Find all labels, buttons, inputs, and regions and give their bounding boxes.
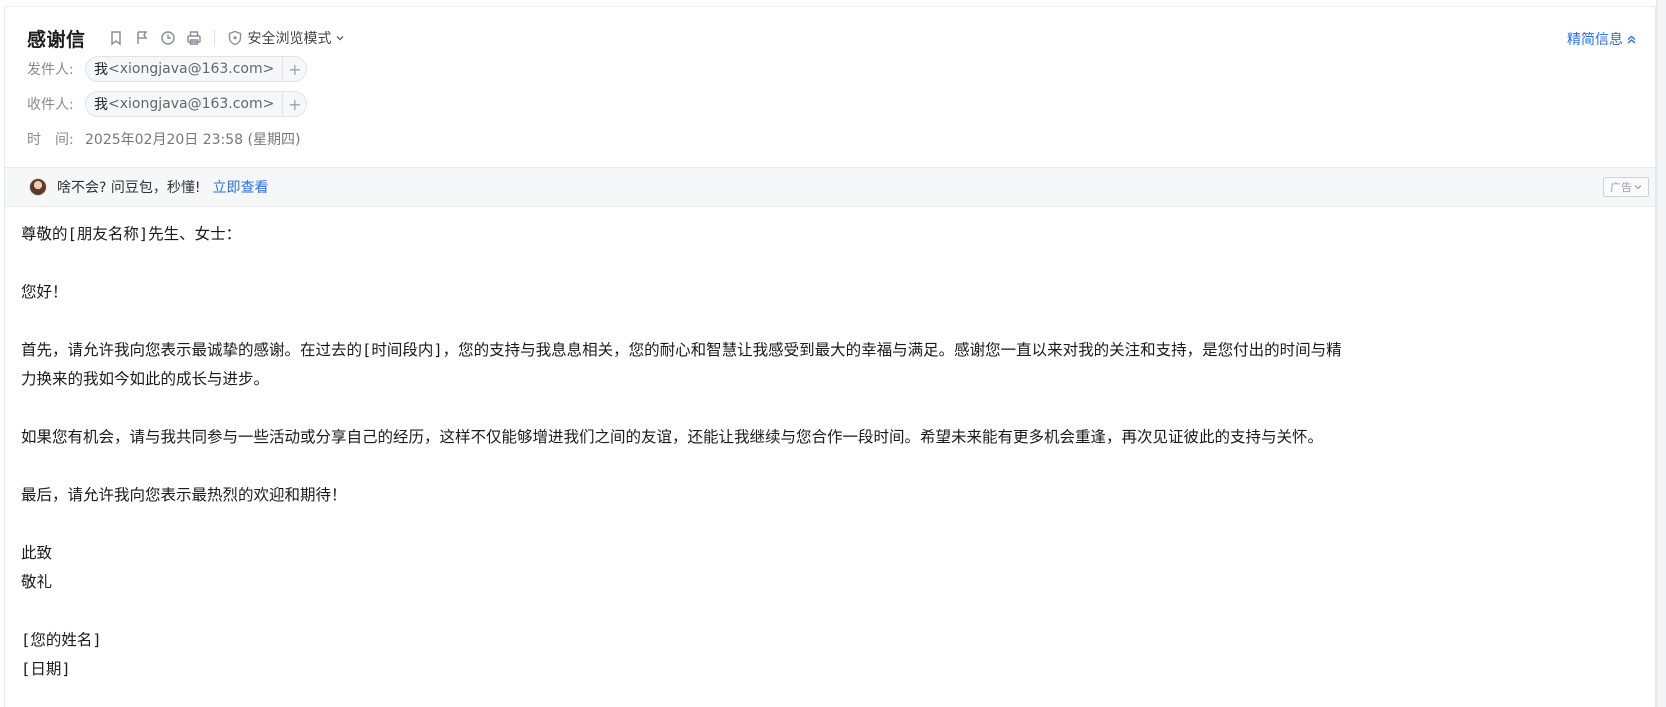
simplify-info-toggle[interactable]: 精简信息 [1567,29,1637,49]
add-sender-contact-button[interactable]: + [282,57,306,81]
signature-name: [您的姓名] [21,631,102,649]
time-label: 时 间: [27,132,74,148]
chevron-down-icon [336,36,344,41]
recipient-chip[interactable]: 我 <xiongjava@163.com> + [85,91,308,117]
sender-name: 我 [94,62,108,78]
email-subject: 感谢信 [27,28,86,51]
time-row: 时 间: 2025年02月20日 23:58 (星期四) [27,131,301,148]
chevron-down-icon [1634,185,1642,190]
email-body: 尊敬的[朋友名称]先生、女士： 您好！ 首先，请允许我向您表示最诚挚的感谢。在过… [21,220,1581,684]
chevron-double-up-icon [1627,35,1636,44]
clock-icon[interactable] [158,28,178,48]
sender-chip[interactable]: 我 <xiongjava@163.com> + [85,56,308,82]
ad-banner: 啥不会? 问豆包，秒懂! 立即查看 广告 [5,167,1655,207]
ad-badge-label: 广告 [1610,181,1632,194]
body-greeting: 尊敬的[朋友名称]先生、女士： [21,225,242,243]
ad-text: 啥不会? 问豆包，秒懂! [57,180,201,196]
recipient-label: 收件人: [27,97,74,113]
body-paragraph-2: 如果您有机会，请与我共同参与一些活动或分享自己的经历，这样不仅能够增进我们之间的… [21,428,1324,446]
recipient-name: 我 [94,97,108,113]
safe-mode-label: 安全浏览模式 [247,31,332,47]
add-recipient-contact-button[interactable]: + [282,92,306,116]
sender-label: 发件人: [27,62,74,78]
body-paragraph-1-line-1: 首先，请允许我向您表示最诚挚的感谢。在过去的[时间段内]，您的支持与我息息相关，… [21,341,1342,359]
toolbar-divider [213,30,215,46]
header-toolbar [106,28,204,48]
recipient-address: <xiongjava@163.com> [108,96,275,112]
body-paragraph-1-line-2: 力换来的我如今如此的成长与进步。 [21,370,270,388]
time-value: 2025年02月20日 23:58 (星期四) [85,132,301,148]
title-row: 感谢信 安全浏览模式 [27,23,350,53]
shield-icon [228,30,241,46]
signature-date: [日期] [21,660,71,678]
email-header: 感谢信 安全浏览模式 精简信息 发件人: 我 <xiongjava@163.co… [5,7,1655,167]
ad-view-now-link[interactable]: 立即查看 [213,177,269,197]
recipient-row: 收件人: 我 <xiongjava@163.com> + [27,91,308,117]
sender-address: <xiongjava@163.com> [108,61,275,77]
simplify-label: 精简信息 [1567,32,1623,48]
doubao-avatar-icon [29,178,47,196]
sender-row: 发件人: 我 <xiongjava@163.com> + [27,56,308,82]
body-closing-2: 敬礼 [21,573,53,591]
flag-icon[interactable] [132,28,152,48]
bookmark-icon[interactable] [106,28,126,48]
body-hello: 您好！ [21,283,68,301]
safe-browsing-mode-dropdown[interactable]: 安全浏览模式 [227,28,350,48]
body-closing-1: 此致 [21,544,53,562]
vertical-scrollbar[interactable] [1656,0,1666,707]
body-paragraph-3: 最后，请允许我向您表示最热烈的欢迎和期待！ [21,486,347,504]
email-reader: 感谢信 安全浏览模式 精简信息 发件人: 我 <xiongjava@163.co… [4,6,1656,707]
print-icon[interactable] [184,28,204,48]
ad-badge-dropdown[interactable]: 广告 [1603,177,1649,197]
